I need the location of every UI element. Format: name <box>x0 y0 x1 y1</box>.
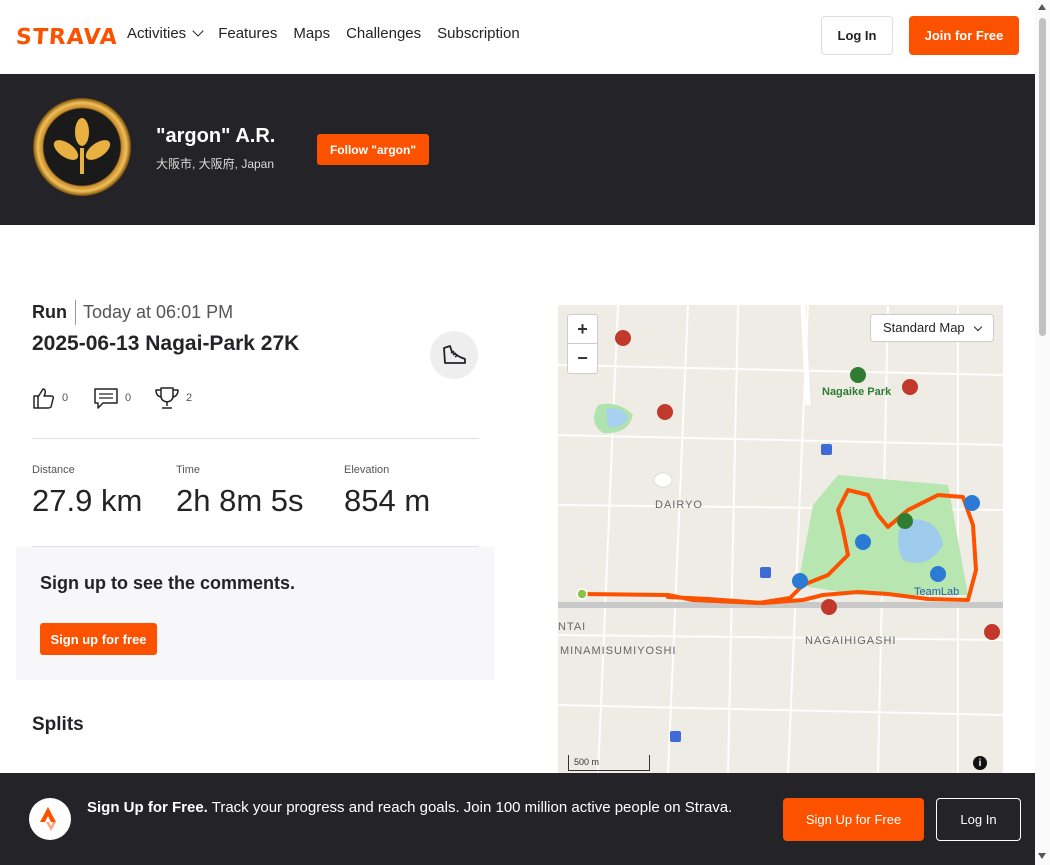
elevation-label: Elevation <box>344 464 390 476</box>
top-navbar: STRAVA Activities Features Maps Challeng… <box>0 0 1035 74</box>
map-zoom-control: + − <box>567 314 598 374</box>
banner-signup-button[interactable]: Sign Up for Free <box>783 798 924 841</box>
athlete-header: "argon" A.R. 大阪市, 大阪府, Japan Follow "arg… <box>0 74 1035 225</box>
map-label-nagaike-park: Nagaike Park <box>822 386 892 398</box>
strava-app-icon <box>29 798 71 840</box>
splits-title: Splits <box>32 714 84 735</box>
map-style-select[interactable]: Standard Map <box>870 314 994 342</box>
route-map[interactable]: + − Standard Map DAIRYO NAGAIHIGASHI MIN… <box>558 305 1003 775</box>
comments-count: 0 <box>125 392 132 404</box>
scroll-down-arrow-icon[interactable] <box>1038 853 1046 859</box>
map-scale-label: 500 m <box>574 757 600 767</box>
achievements-count: 2 <box>186 392 193 404</box>
avatar[interactable] <box>33 98 131 196</box>
kudos-stat[interactable]: 0 <box>32 386 68 410</box>
banner-text-body: Track your progress and reach goals. Joi… <box>207 799 733 816</box>
achievements-stat[interactable]: 2 <box>154 386 192 410</box>
distance-value: 27.9 km <box>32 483 143 518</box>
map-canvas[interactable] <box>558 305 1003 775</box>
chevron-down-icon <box>973 322 982 332</box>
divider <box>75 300 76 325</box>
scroll-up-arrow-icon[interactable] <box>1038 4 1046 10</box>
page-scrollbar[interactable] <box>1035 0 1050 865</box>
strava-chevron-icon <box>40 807 56 831</box>
scroll-thumb[interactable] <box>1039 18 1046 336</box>
map-label-minamisumiyoshi: MINAMISUMIYOSHI <box>560 645 677 657</box>
family-crest-icon <box>53 118 111 174</box>
zoom-in-button[interactable]: + <box>568 315 597 344</box>
banner-login-button[interactable]: Log In <box>936 798 1021 841</box>
nav-subscription[interactable]: Subscription <box>437 25 520 42</box>
map-label-ntai: NTAI <box>558 621 587 633</box>
activity-title: 2025-06-13 Nagai-Park 27K <box>32 332 300 355</box>
map-style-value: Standard Map <box>883 320 965 335</box>
comments-prompt-title: Sign up to see the comments. <box>40 573 296 593</box>
athlete-name[interactable]: "argon" A.R. <box>156 125 275 148</box>
chevron-down-icon <box>192 25 204 37</box>
comments-prompt: Sign up to see the comments. Sign up for… <box>16 547 495 680</box>
map-label-teamlab: TeamLab <box>914 586 960 598</box>
time-label: Time <box>176 464 201 476</box>
banner-text-bold: Sign Up for Free. <box>87 799 208 816</box>
join-button[interactable]: Join for Free <box>909 16 1019 55</box>
kudos-count: 0 <box>62 392 69 404</box>
activity-type: Run <box>32 302 67 322</box>
follow-button[interactable]: Follow "argon" <box>317 134 429 165</box>
zoom-out-button[interactable]: − <box>568 344 597 373</box>
signup-for-free-button[interactable]: Sign up for free <box>40 623 157 655</box>
banner-text: Sign Up for Free. Track your progress an… <box>87 797 757 819</box>
map-label-nagaihigashi: NAGAIHIGASHI <box>805 635 897 647</box>
comments-stat[interactable]: 0 <box>93 386 131 410</box>
shoe-icon <box>443 345 466 364</box>
time-value: 2h 8m 5s <box>176 483 304 518</box>
nav-links: Activities Features Maps Challenges Subs… <box>127 25 520 42</box>
nav-activities-label: Activities <box>127 25 187 42</box>
trophy-icon <box>155 387 179 409</box>
thumbs-up-icon <box>33 388 55 409</box>
distance-label: Distance <box>32 464 75 476</box>
strava-logo[interactable]: STRAVA <box>15 25 119 50</box>
athlete-location: 大阪市, 大阪府, Japan <box>156 157 275 171</box>
activity-time: Today at 06:01 PM <box>83 302 234 322</box>
nav-challenges[interactable]: Challenges <box>346 25 421 42</box>
signup-banner: Sign Up for Free. Track your progress an… <box>0 773 1035 865</box>
shoe-button[interactable] <box>430 331 478 379</box>
nav-activities[interactable]: Activities <box>127 25 204 42</box>
comment-icon <box>94 388 118 409</box>
divider <box>32 438 479 439</box>
info-icon[interactable]: i <box>973 756 987 770</box>
login-button[interactable]: Log In <box>821 16 893 55</box>
map-label-dairyo: DAIRYO <box>655 499 703 511</box>
elevation-value: 854 m <box>344 483 431 518</box>
nav-features[interactable]: Features <box>218 25 277 42</box>
nav-maps[interactable]: Maps <box>293 25 330 42</box>
